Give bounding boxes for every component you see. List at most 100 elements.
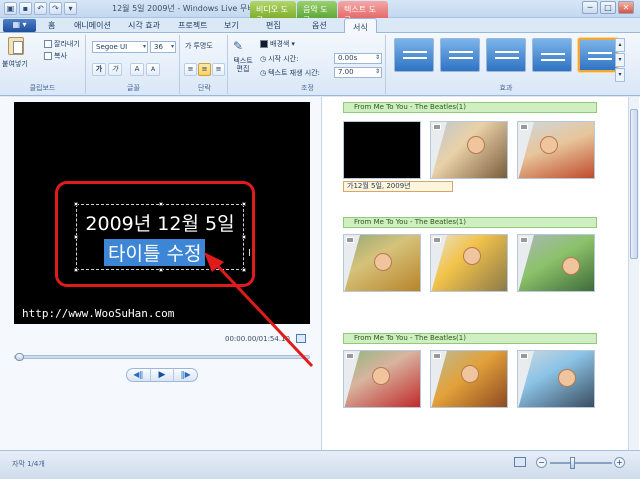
previous-frame-button[interactable]: ◀‖ [127,369,150,381]
tab-project[interactable]: 프로젝트 [178,20,207,31]
transition-marker [518,122,534,178]
context-tab-text-tools: 텍스트 도구 [338,1,388,25]
play-button[interactable]: ▶ [149,369,175,381]
tab-view[interactable]: 보기 [224,20,239,31]
save-icon[interactable]: ▪ [19,2,32,15]
zoom-in-button[interactable]: + [614,457,625,468]
start-time-input[interactable]: 0.00s ⇕ [334,53,382,64]
tab-options[interactable]: 옵션 [312,20,327,31]
zoom-track[interactable] [550,462,612,464]
gallery-more-icon[interactable]: ▾ [615,68,625,82]
scrollbar-thumb[interactable] [630,109,638,259]
zoom-control: − + [536,457,626,469]
minimize-button[interactable]: ─ [582,1,598,14]
font-grow-button[interactable]: A [130,63,144,76]
paste-icon[interactable] [8,37,24,55]
tab-visual-effects[interactable]: 시각 효과 [128,20,160,31]
effect-option-5-selected[interactable] [578,38,618,72]
clip-marker-icon [520,353,528,359]
maximize-button[interactable]: □ [600,1,616,14]
font-size-select[interactable]: 36 ▾ [150,41,176,53]
undo-icon[interactable]: ↶ [34,2,47,15]
font-shrink-button[interactable]: A [146,63,160,76]
storyboard-clip[interactable] [430,234,508,292]
align-center-button[interactable]: ≡ [198,63,211,76]
align-right-button[interactable]: ≡ [212,63,225,76]
clip-marker-icon [346,237,354,243]
align-left-button[interactable]: ≡ [184,63,197,76]
text-edit-icon[interactable]: ✎ [233,39,243,53]
italic-button[interactable]: 가 [108,63,122,76]
effects-gallery-scroll: ▴ ▾ ▾ [615,38,625,82]
storyboard-clip[interactable] [517,234,595,292]
clip-marker-icon [520,124,528,130]
effects-gallery [390,35,622,81]
tab-home[interactable]: 홈 [48,20,55,31]
window-title: 12월 5일 2009년 - Windows Live 무비 [112,4,255,13]
clip-marker-icon [433,353,441,359]
zoom-out-button[interactable]: − [536,457,547,468]
seek-bar[interactable] [14,353,310,361]
font-family-select[interactable]: Segoe UI ▾ [92,41,148,53]
text-edit-button[interactable]: 텍스트 편집 [232,57,254,73]
close-button[interactable]: ✕ [618,1,634,14]
status-bar: 자막 1/4개 − + [0,450,640,479]
gallery-up-icon[interactable]: ▴ [615,38,625,52]
effect-option-4[interactable] [532,38,572,72]
background-color-button[interactable]: 배경색 ▾ [260,39,295,49]
storyboard-clip[interactable] [343,350,421,408]
effect-option-3[interactable] [486,38,526,72]
tab-animation[interactable]: 애니메이션 [74,20,111,31]
photo-subject [562,257,580,275]
ribbon: 붙여넣기 잘라내기 복사 클립보드 Segoe UI ▾ 36 ▾ 가 가 A A … [0,33,640,96]
storyboard: From Me To You - The Beatles(1) 가12월 5일,… [330,97,628,450]
fullscreen-icon[interactable] [296,334,306,343]
seek-thumb[interactable] [15,353,24,361]
storyboard-scrollbar[interactable] [628,97,639,450]
clock-icon: ◷ [260,55,267,63]
paste-button[interactable]: 붙여넣기 [2,59,28,69]
transparency-button[interactable]: 가 투명도 [185,41,213,51]
annotation-highlight-frame [55,181,255,287]
caption-track-item[interactable]: 가12월 5일, 2009년 [343,181,453,192]
spin-arrows-icon[interactable]: ⇕ [375,67,380,76]
storyboard-clip[interactable] [430,121,508,179]
group-label-adjust: 조정 [301,84,314,92]
preview-pane: 2009년 12월 5일 타이틀 수정 I http://www.WooSuHa… [0,97,322,450]
text-duration-input[interactable]: 7.00 ⇕ [334,67,382,78]
storyboard-clip[interactable] [517,350,595,408]
cut-button[interactable]: 잘라내기 [44,39,80,49]
tab-edit[interactable]: 편집 [266,20,281,31]
qat-dropdown-icon[interactable]: ▾ [64,2,77,15]
group-adjust: ✎ 텍스트 편집 배경색 ▾ ◷ 시작 시간: 0.00s ⇕ ◷ 텍스트 재생 시간:… [230,35,386,94]
storyboard-clip-title[interactable] [343,121,421,179]
next-frame-button[interactable]: ‖▶ [174,369,197,381]
paint-bucket-icon [260,40,268,48]
main-area: 2009년 12월 5일 타이틀 수정 I http://www.WooSuHa… [0,97,640,450]
music-track-bar[interactable]: From Me To You - The Beatles(1) [343,217,597,228]
music-track-bar[interactable]: From Me To You - The Beatles(1) [343,102,597,113]
quick-access-toolbar: ▣ ▪ ↶ ↷ ▾ [4,2,77,15]
chevron-down-icon: ▾ [291,40,295,48]
effect-option-1[interactable] [394,38,434,72]
storyboard-clip[interactable] [517,121,595,179]
storyboard-clip[interactable] [430,350,508,408]
group-label-clipboard: 클립보드 [29,84,56,92]
title-bar: ▣ ▪ ↶ ↷ ▾ 12월 5일 2009년 - Windows Live 무비… [0,0,640,25]
group-paragraph: 가 투명도 ≡ ≡ ≡ 단락 [182,35,228,94]
app-menu-button[interactable]: ▦ ▾ [3,19,36,32]
copy-button[interactable]: 복사 [44,51,67,61]
zoom-slider-thumb[interactable] [570,457,575,469]
app-icon[interactable]: ▣ [4,2,17,15]
music-track-bar[interactable]: From Me To You - The Beatles(1) [343,333,597,344]
context-tab-video-tools: 비디오 도구 [250,1,296,25]
storyboard-clip[interactable] [343,234,421,292]
gallery-down-icon[interactable]: ▾ [615,53,625,67]
spin-arrows-icon[interactable]: ⇕ [375,53,380,62]
effect-option-2[interactable] [440,38,480,72]
redo-icon[interactable]: ↷ [49,2,62,15]
storyboard-view-icon[interactable] [514,457,526,467]
photo-subject [463,247,481,265]
tab-format[interactable]: 서식 [344,18,377,34]
bold-button[interactable]: 가 [92,63,106,76]
